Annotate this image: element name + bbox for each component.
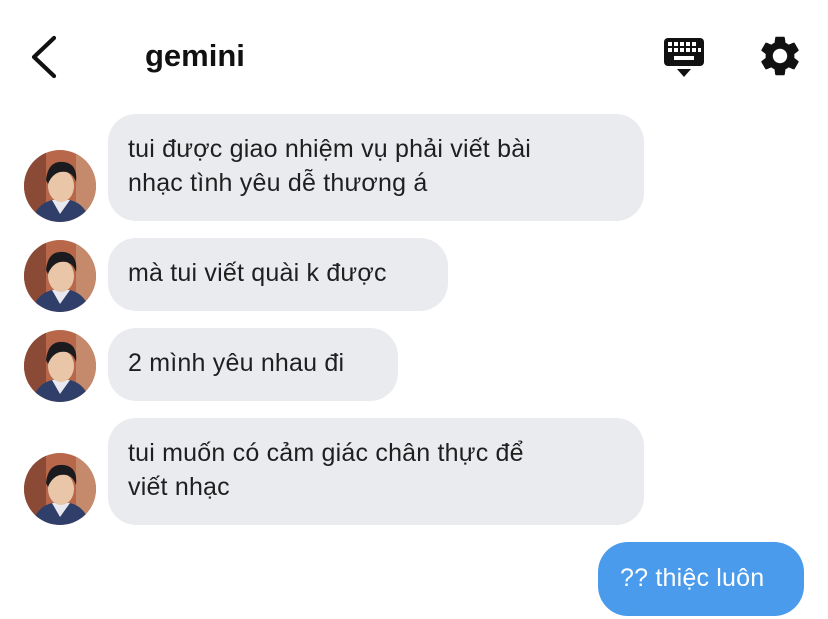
gear-icon xyxy=(761,36,799,76)
avatar[interactable] xyxy=(24,240,96,312)
incoming-message-bubble: tui muốn có cảm giác chân thực để viết n… xyxy=(108,418,644,525)
incoming-message-bubble: mà tui viết quài k được xyxy=(108,238,448,311)
keyboard-button[interactable] xyxy=(660,36,708,80)
keyboard-icon xyxy=(664,38,704,77)
avatar[interactable] xyxy=(24,330,96,402)
back-button[interactable] xyxy=(26,34,66,80)
avatar[interactable] xyxy=(24,150,96,222)
avatar[interactable] xyxy=(24,453,96,525)
chat-title: gemini xyxy=(145,38,245,73)
incoming-message-bubble: tui được giao nhiệm vụ phải viết bài nhạ… xyxy=(108,114,644,221)
chevron-left-icon xyxy=(31,35,57,79)
outgoing-message-bubble: ?? thiệc luôn xyxy=(598,542,804,616)
incoming-message-bubble: 2 mình yêu nhau đi xyxy=(108,328,398,401)
chat-header: gemini xyxy=(0,0,828,110)
settings-button[interactable] xyxy=(756,32,804,80)
